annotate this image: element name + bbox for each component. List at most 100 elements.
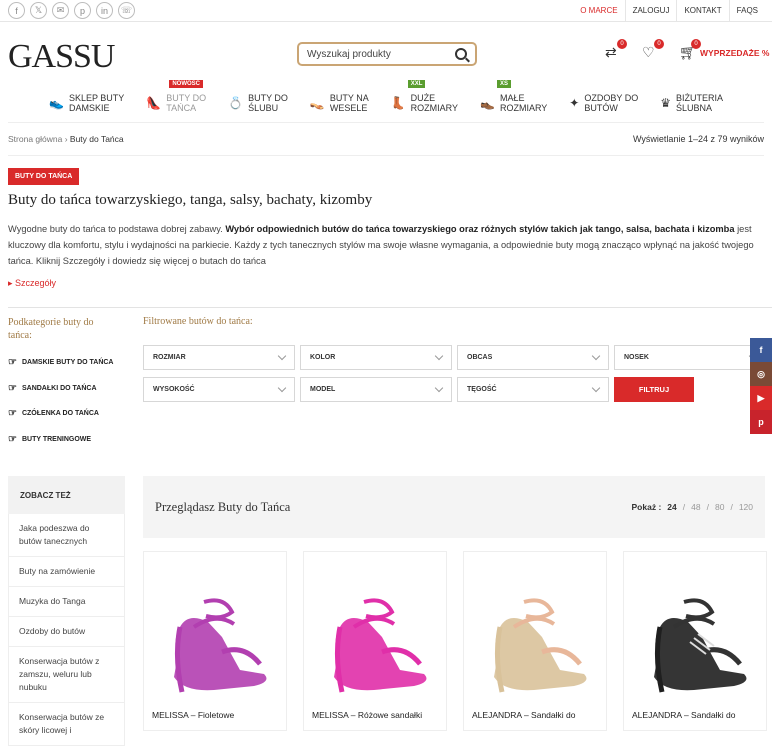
per-page-option-24[interactable]: 24 <box>667 502 676 512</box>
product-image[interactable] <box>624 582 767 702</box>
product-card[interactable]: ALEJANDRA – Sandałki do <box>623 551 767 731</box>
pinterest-icon[interactable]: p <box>74 2 91 19</box>
nav-item-1[interactable]: 👟 SKLEP BUTY DAMSKIE <box>38 86 135 120</box>
nav-item-3[interactable]: 💍 BUTY DO ŚLUBU <box>217 86 299 120</box>
filter-button[interactable]: FILTRUJ <box>614 377 694 402</box>
filter-select-rozmiar[interactable]: ROZMIAR <box>143 345 295 370</box>
sidebar-link[interactable]: Buty na zamówienie <box>8 557 125 587</box>
product-name[interactable]: ALEJANDRA – Sandałki do <box>632 710 762 720</box>
small-size-icon: 👞 <box>480 96 495 110</box>
product-image[interactable] <box>304 582 447 702</box>
nav-label-line2: WESELE <box>329 103 368 113</box>
pinterest-icon[interactable]: p <box>750 410 772 434</box>
search-icon[interactable] <box>455 48 467 60</box>
per-page-option-120[interactable]: 120 <box>739 502 753 512</box>
product-card[interactable]: MELISSA – Różowe sandałki <box>303 551 447 731</box>
filter-select-label: ROZMIAR <box>153 354 186 361</box>
category-badge: BUTY DO TAŃCA <box>8 168 80 185</box>
subcategory-link[interactable]: ☞ DAMSKIE BUTY DO TAŃCA <box>8 350 114 376</box>
compare-icon[interactable]: ⇄ 0 <box>605 39 627 61</box>
product-name[interactable]: ALEJANDRA – Sandałki do <box>472 710 602 720</box>
large-size-icon: 👢 <box>390 96 406 110</box>
page-title: Buty do tańca towarzyskiego, tanga, sals… <box>8 192 373 208</box>
sidebar-link[interactable]: Jaka podeszwa do butów tanecznych <box>8 514 125 557</box>
instagram-icon[interactable]: ◎ <box>750 362 772 386</box>
cart-icon[interactable]: 🛒︎ 0 <box>679 39 701 61</box>
chevron-down-icon <box>277 351 287 361</box>
nav-item-6[interactable]: 👞 MAŁE ROZMIARY XS <box>469 80 558 120</box>
nav-label-line1: BUTY NA <box>329 93 369 103</box>
product-name[interactable]: MELISSA – Fioletowe <box>152 710 282 720</box>
subcategory-label: CZÓŁENKA DO TAŃCA <box>21 410 99 418</box>
product-image[interactable] <box>144 582 287 702</box>
results-title: Przeglądasz Buty do Tańca <box>155 499 291 514</box>
facebook-icon[interactable]: f <box>750 338 772 362</box>
filter-select-label: OBCAS <box>467 354 493 361</box>
product-image[interactable] <box>464 582 607 702</box>
subcategories-title: Podkategorie buty do tańca: <box>8 317 94 341</box>
nav-tag: NOWOŚĆ <box>169 80 203 88</box>
compare-count: 0 <box>617 39 627 49</box>
subcategory-link[interactable]: ☞ CZÓŁENKA DO TAŃCA <box>8 401 114 427</box>
x-icon[interactable]: 𝕏 <box>30 2 47 19</box>
subcategory-link[interactable]: ☞ BUTY TRENINGOWE <box>8 427 114 453</box>
nav-label-line2: DAMSKIE <box>68 103 110 113</box>
sidebar-link[interactable]: Ozdoby do butów <box>8 617 125 647</box>
nav-item-2[interactable]: 👠 BUTY DO TAŃCA NOWOŚĆ <box>135 80 217 120</box>
wedding-icon: 💍 <box>228 96 244 110</box>
sidebar-link[interactable]: Konserwacja butów z zamszu, weluru lub n… <box>8 647 125 703</box>
filter-select-model[interactable]: MODEL <box>300 377 452 402</box>
filter-select-label: WYSOKOŚĆ <box>153 386 195 393</box>
nav-item-label: BUTY DO TAŃCA <box>166 93 206 113</box>
filter-select-kolor[interactable]: KOLOR <box>300 345 452 370</box>
pointing-hand-icon: ☞ <box>8 408 17 420</box>
linkedin-icon[interactable]: in <box>96 2 113 19</box>
nav-item-8[interactable]: ♛ BIŻUTERIA ŚLUBNA <box>649 86 734 120</box>
about-link[interactable]: O MARCE <box>573 0 624 22</box>
filter-select-tęgość[interactable]: TĘGOŚĆ <box>457 377 609 402</box>
facebook-icon[interactable]: f <box>8 2 25 19</box>
chevron-down-icon <box>434 383 444 393</box>
product-card[interactable]: MELISSA – Fioletowe <box>143 551 287 731</box>
nav-item-7[interactable]: ✦ OZDOBY DO BUTÓW <box>558 86 649 120</box>
login-link[interactable]: ZALOGUJ <box>624 0 677 22</box>
product-name[interactable]: MELISSA – Różowe sandałki <box>312 710 442 720</box>
dance-shoe-icon: 👠 <box>146 96 162 110</box>
breadcrumb-home[interactable]: Strona główna <box>8 134 62 144</box>
per-page-separator: / <box>730 502 733 512</box>
details-toggle[interactable]: Szczegóły <box>8 278 56 289</box>
logo[interactable]: GASSU <box>8 38 115 76</box>
wishlist-icon[interactable]: ♡ 0 <box>642 39 664 61</box>
filter-select-wysokość[interactable]: WYSOKOŚĆ <box>143 377 295 402</box>
search-input[interactable]: Wyszukaj produkty <box>297 42 477 66</box>
filter-select-nosek[interactable]: NOSEK <box>614 345 766 370</box>
filter-select-obcas[interactable]: OBCAS <box>457 345 609 370</box>
product-card[interactable]: ALEJANDRA – Sandałki do <box>463 551 607 731</box>
subcategory-link[interactable]: ☞ SANDAŁKI DO TAŃCA <box>8 376 114 402</box>
per-page-option-48[interactable]: 48 <box>691 502 700 512</box>
nav-item-label: BUTY NA WESELE <box>330 93 369 113</box>
whatsapp-icon[interactable]: ☏ <box>118 2 135 19</box>
nav-label-line1: BUTY DO <box>166 93 207 103</box>
faqs-link[interactable]: FAQS <box>728 0 765 22</box>
breadcrumb: Strona główna › Buty do Tańca <box>8 134 124 144</box>
sidebar-link[interactable]: Muzyka do Tanga <box>8 587 125 617</box>
sidebar-link[interactable]: Konserwacja butów ze skóry licowej i <box>8 703 125 746</box>
filter-select-label: KOLOR <box>310 354 336 361</box>
nav-label-line2: TAŃCA <box>166 103 197 113</box>
results-bar: Przeglądasz Buty do Tańca Pokaż : 24 / 48 /… <box>143 476 765 538</box>
nav-label-line1: BUTY DO <box>248 93 288 103</box>
youtube-icon[interactable]: ▶ <box>750 386 772 410</box>
nav-label-line1: MAŁE <box>499 93 525 103</box>
per-page-option-80[interactable]: 80 <box>715 502 724 512</box>
top-bar: f 𝕏 ✉ p in ☏ O MARCE ZALOGUJ KONTAKT FAQS <box>0 0 772 22</box>
pointing-hand-icon: ☞ <box>8 433 17 445</box>
contact-link[interactable]: KONTAKT <box>676 0 728 22</box>
chevron-down-icon <box>434 351 444 361</box>
email-icon[interactable]: ✉ <box>52 2 69 19</box>
sale-link[interactable]: WYPRZEDAŻE % <box>700 48 769 58</box>
nav-item-4[interactable]: 👡 BUTY NA WESELE <box>299 86 380 120</box>
nav-tag: XS <box>497 80 512 88</box>
filter-select-label: TĘGOŚĆ <box>467 386 497 393</box>
nav-item-5[interactable]: 👢 DUŻE ROZMIARY XXL <box>380 80 469 120</box>
